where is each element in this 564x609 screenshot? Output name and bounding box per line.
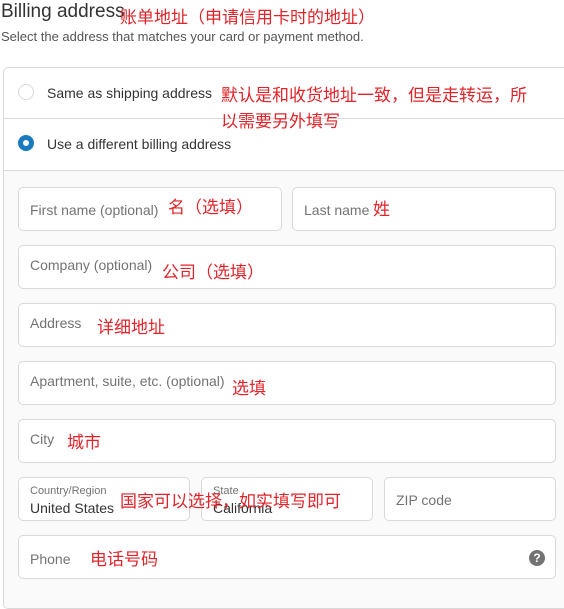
annotation-apartment: 选填 [232,379,266,399]
country-region-label: Country/Region [30,485,107,497]
last-name-field[interactable]: Last name [292,187,556,231]
billing-address-panel: Same as shipping address Use a different… [3,67,564,609]
same-as-shipping-radio[interactable] [18,84,34,100]
country-region-value: United States [30,500,115,516]
company-field[interactable]: Company (optional) [18,245,556,289]
zip-code-field[interactable]: ZIP code [384,477,556,521]
address-placeholder: Address [30,315,82,331]
help-icon[interactable]: ? [529,550,545,566]
different-billing-radio[interactable] [18,135,34,151]
annotation-city: 城市 [67,433,101,453]
annotation-country-state: 国家可以选择，如实填写即可 [120,492,341,512]
annotation-last-name: 姓 [373,200,390,220]
annotation-first-name: 名（选填） [168,198,253,218]
annotation-company: 公司（选填） [162,263,264,283]
annotation-address: 详细地址 [97,318,165,338]
city-placeholder: City [30,431,55,447]
annotation-same-line2: 以需要另外填写 [221,112,340,132]
last-name-placeholder: Last name [304,202,370,218]
annotation-title: 账单地址（申请信用卡时的地址） [120,8,375,28]
company-placeholder: Company (optional) [30,257,153,273]
first-name-placeholder: First name (optional) [30,202,159,218]
annotation-phone: 电话号码 [90,550,158,570]
different-billing-label: Use a different billing address [47,136,232,152]
billing-address-title: Billing address [1,1,125,22]
billing-address-form: First name (optional) Last name Company … [4,170,564,608]
billing-address-subtitle: Select the address that matches your car… [1,29,364,44]
same-as-shipping-label: Same as shipping address [47,85,212,101]
zip-code-placeholder: ZIP code [396,492,452,508]
annotation-same-line1: 默认是和收货地址一致，但是走转运，所 [221,86,527,106]
phone-placeholder: Phone [30,551,71,567]
apartment-placeholder: Apartment, suite, etc. (optional) [30,373,225,389]
apartment-field[interactable]: Apartment, suite, etc. (optional) [18,361,556,405]
